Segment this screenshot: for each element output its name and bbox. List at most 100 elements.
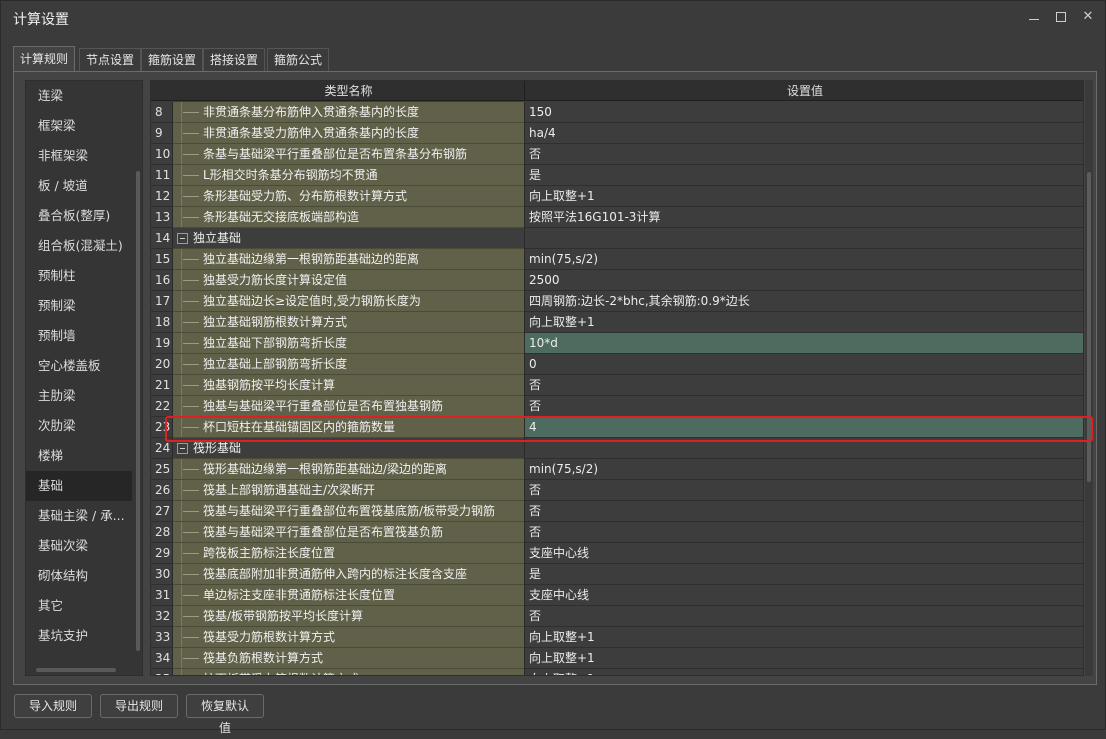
tab-node-settings[interactable]: 节点设置 — [79, 48, 142, 71]
table-row[interactable]: 35 柱下板带受力筋根数计算方式 向上取整+1 — [151, 669, 1083, 675]
table-row[interactable]: 8 非贯通条基分布筋伸入贯通条基内的长度 150 — [151, 102, 1083, 123]
sidebar-item[interactable]: 组合板(混凝土) — [26, 231, 132, 261]
table-row[interactable]: 27 筏基与基础梁平行重叠部位布置筏基底筋/板带受力钢筋 否 — [151, 501, 1083, 522]
sidebar-item[interactable]: 基础 — [26, 471, 132, 501]
sidebar-item[interactable]: 砌体结构 — [26, 561, 132, 591]
setting-value-cell[interactable]: 向上取整+1 — [524, 669, 1083, 675]
setting-value-cell[interactable]: 支座中心线 — [524, 585, 1083, 606]
table-row[interactable]: 15 独立基础边缘第一根钢筋距基础边的距离 min(75,s/2) — [151, 249, 1083, 270]
setting-value-cell[interactable]: 否 — [524, 522, 1083, 543]
setting-value-cell[interactable]: 0 — [524, 354, 1083, 375]
table-row[interactable]: 16 独基受力筋长度计算设定值 2500 — [151, 270, 1083, 291]
setting-value-cell[interactable]: 否 — [524, 375, 1083, 396]
maximize-icon[interactable] — [1053, 9, 1069, 25]
setting-label: 筏基与基础梁平行重叠部位是否布置筏基负筋 — [203, 525, 444, 539]
setting-value-cell[interactable]: 按照平法16G101-3计算 — [524, 207, 1083, 228]
setting-value-cell[interactable]: 支座中心线 — [524, 543, 1083, 564]
sidebar-item[interactable]: 主肋梁 — [26, 381, 132, 411]
setting-value-cell[interactable]: 否 — [524, 606, 1083, 627]
sidebar-item[interactable]: 预制墙 — [26, 321, 132, 351]
export-rules-button[interactable]: 导出规则 — [100, 694, 178, 718]
row-number: 20 — [151, 354, 173, 375]
setting-value-cell[interactable]: 是 — [524, 165, 1083, 186]
restore-defaults-button[interactable]: 恢复默认值 — [186, 694, 264, 735]
sidebar-item[interactable]: 基础次梁 — [26, 531, 132, 561]
tab-stirrup-settings[interactable]: 箍筋设置 — [141, 48, 204, 71]
table-row[interactable]: 22 独基与基础梁平行重叠部位是否布置独基钢筋 否 — [151, 396, 1083, 417]
table-row[interactable]: 23 杯口短柱在基础锚固区内的箍筋数量 4 — [151, 417, 1083, 438]
minimize-icon[interactable] — [1026, 9, 1042, 25]
sidebar-item[interactable]: 楼梯 — [26, 441, 132, 471]
setting-value-cell[interactable]: 否 — [524, 480, 1083, 501]
setting-value-cell[interactable]: min(75,s/2) — [524, 249, 1083, 270]
sidebar-item[interactable]: 叠合板(整厚) — [26, 201, 132, 231]
table-row[interactable]: 18 独立基础钢筋根数计算方式 向上取整+1 — [151, 312, 1083, 333]
table-row[interactable]: 19 独立基础下部钢筋弯折长度 10*d — [151, 333, 1083, 354]
sidebar-item[interactable]: 基坑支护 — [26, 621, 132, 651]
tab-lap-settings[interactable]: 搭接设置 — [203, 48, 266, 71]
setting-label: 筏基底部附加非贯通筋伸入跨内的标注长度含支座 — [203, 567, 468, 581]
setting-value-cell[interactable]: 10*d — [524, 333, 1083, 354]
table-row[interactable]: 13 条形基础无交接底板端部构造 按照平法16G101-3计算 — [151, 207, 1083, 228]
sidebar-vertical-scrollbar[interactable] — [136, 171, 140, 651]
sidebar-item[interactable]: 框架梁 — [26, 111, 132, 141]
column-header-name[interactable]: 类型名称 — [173, 81, 524, 101]
table-row[interactable]: 26 筏基上部钢筋遇基础主/次梁断开 否 — [151, 480, 1083, 501]
table-row[interactable]: 21 独基钢筋按平均长度计算 否 — [151, 375, 1083, 396]
setting-value-cell[interactable]: 否 — [524, 144, 1083, 165]
sidebar-item[interactable]: 空心楼盖板 — [26, 351, 132, 381]
tab-calc-rules[interactable]: 计算规则 — [13, 46, 76, 72]
row-number: 25 — [151, 459, 173, 480]
table-row[interactable]: 32 筏基/板带钢筋按平均长度计算 否 — [151, 606, 1083, 627]
sidebar-item[interactable]: 非框架梁 — [26, 141, 132, 171]
row-name-cell: 筏基受力筋根数计算方式 — [173, 627, 524, 648]
sidebar-item[interactable]: 基础主梁 / 承... — [26, 501, 132, 531]
table-row[interactable]: 28 筏基与基础梁平行重叠部位是否布置筏基负筋 否 — [151, 522, 1083, 543]
table-row[interactable]: 30 筏基底部附加非贯通筋伸入跨内的标注长度含支座 是 — [151, 564, 1083, 585]
setting-value-cell[interactable]: 四周钢筋:边长-2*bhc,其余钢筋:0.9*边长 — [524, 291, 1083, 312]
setting-value-cell[interactable]: 向上取整+1 — [524, 648, 1083, 669]
setting-value-cell[interactable]: 否 — [524, 396, 1083, 417]
setting-value-cell[interactable]: 2500 — [524, 270, 1083, 291]
sidebar-item[interactable]: 预制梁 — [26, 291, 132, 321]
row-number: 30 — [151, 564, 173, 585]
setting-value-cell[interactable]: 4 — [524, 417, 1083, 438]
setting-value-cell[interactable]: 是 — [524, 564, 1083, 585]
table-row[interactable]: 11 L形相交时条基分布钢筋均不贯通 是 — [151, 165, 1083, 186]
table-row[interactable]: 17 独立基础边长≥设定值时,受力钢筋长度为 四周钢筋:边长-2*bhc,其余钢筋:… — [151, 291, 1083, 312]
setting-value-cell[interactable]: 向上取整+1 — [524, 312, 1083, 333]
sidebar-item[interactable]: 其它 — [26, 591, 132, 621]
setting-label: L形相交时条基分布钢筋均不贯通 — [203, 168, 378, 182]
table-row[interactable]: 34 筏基负筋根数计算方式 向上取整+1 — [151, 648, 1083, 669]
setting-value-cell[interactable]: min(75,s/2) — [524, 459, 1083, 480]
group-row[interactable]: 14 独立基础 — [151, 228, 1083, 249]
setting-value-cell[interactable]: 向上取整+1 — [524, 186, 1083, 207]
table-row[interactable]: 33 筏基受力筋根数计算方式 向上取整+1 — [151, 627, 1083, 648]
column-header-value[interactable]: 设置值 — [524, 81, 1083, 101]
tab-stirrup-formula[interactable]: 箍筋公式 — [267, 48, 330, 71]
setting-value-cell[interactable]: 向上取整+1 — [524, 627, 1083, 648]
close-icon[interactable]: ✕ — [1080, 9, 1096, 25]
sidebar-horizontal-scrollbar[interactable] — [36, 668, 116, 672]
table-row[interactable]: 29 跨筏板主筋标注长度位置 支座中心线 — [151, 543, 1083, 564]
group-row[interactable]: 24 筏形基础 — [151, 438, 1083, 459]
sidebar-item[interactable]: 次肋梁 — [26, 411, 132, 441]
setting-value-cell[interactable]: 150 — [524, 102, 1083, 123]
tree-line — [181, 291, 182, 311]
setting-label: 筏基上部钢筋遇基础主/次梁断开 — [203, 483, 376, 497]
table-row[interactable]: 25 筏形基础边缘第一根钢筋距基础边/梁边的距离 min(75,s/2) — [151, 459, 1083, 480]
grid-vertical-scrollbar[interactable] — [1087, 172, 1091, 482]
sidebar-item[interactable]: 预制柱 — [26, 261, 132, 291]
table-row[interactable]: 10 条基与基础梁平行重叠部位是否布置条基分布钢筋 否 — [151, 144, 1083, 165]
sidebar-item[interactable]: 连梁 — [26, 81, 132, 111]
sidebar-item[interactable]: 板 / 坡道 — [26, 171, 132, 201]
setting-value-cell[interactable]: ha/4 — [524, 123, 1083, 144]
import-rules-button[interactable]: 导入规则 — [14, 694, 92, 718]
collapse-icon[interactable] — [177, 443, 188, 454]
table-row[interactable]: 31 单边标注支座非贯通筋标注长度位置 支座中心线 — [151, 585, 1083, 606]
table-row[interactable]: 9 非贯通条基受力筋伸入贯通条基内的长度 ha/4 — [151, 123, 1083, 144]
setting-value-cell[interactable]: 否 — [524, 501, 1083, 522]
table-row[interactable]: 20 独立基础上部钢筋弯折长度 0 — [151, 354, 1083, 375]
table-row[interactable]: 12 条形基础受力筋、分布筋根数计算方式 向上取整+1 — [151, 186, 1083, 207]
collapse-icon[interactable] — [177, 233, 188, 244]
